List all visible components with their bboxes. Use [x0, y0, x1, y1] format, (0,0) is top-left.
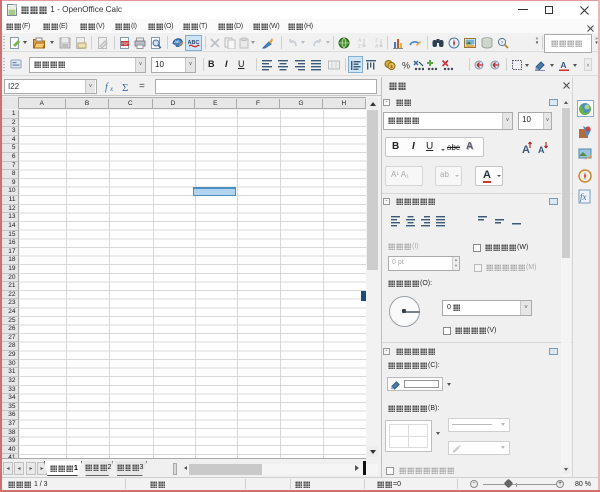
svg-text:Σ: Σ [122, 82, 128, 93]
svg-text:A: A [538, 145, 545, 155]
svg-text:fx: fx [580, 192, 587, 202]
svg-text:A: A [522, 144, 530, 156]
svg-text:Z: Z [358, 44, 361, 49]
svg-text:AB: AB [174, 39, 180, 44]
svg-text:%: % [402, 61, 410, 71]
svg-text:PDF: PDF [122, 42, 129, 46]
svg-text:x: x [109, 85, 114, 93]
svg-text:A: A [375, 44, 379, 49]
svg-text:f: f [105, 82, 109, 93]
svg-text:A: A [560, 60, 566, 70]
